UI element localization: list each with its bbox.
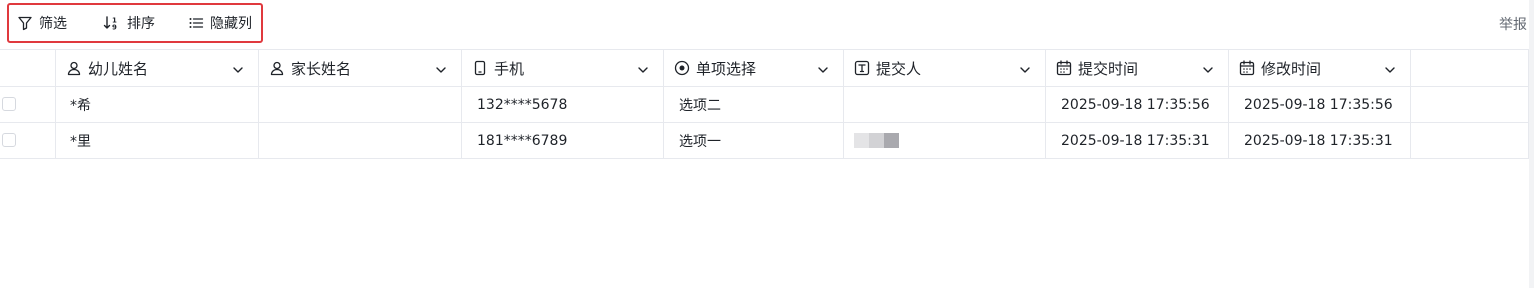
column-header-parent-name[interactable]: 家长姓名 — [259, 50, 462, 86]
column-header-submit-time[interactable]: 提交时间 — [1046, 50, 1229, 86]
phone-icon — [472, 60, 488, 76]
column-header-submitter[interactable]: 提交人 — [844, 50, 1046, 86]
redacted-submitter-avatar — [854, 133, 899, 148]
column-header-phone[interactable]: 手机 — [462, 50, 664, 86]
cell-child-name[interactable]: *里 — [56, 123, 259, 158]
toolbar-highlighted: 筛选 1 9 排序 隐藏列 — [7, 3, 263, 43]
sort-icon: 1 9 — [103, 15, 121, 31]
row-select-cell — [0, 123, 56, 158]
cell-modify-time[interactable]: 2025-09-18 17:35:31 — [1229, 123, 1411, 158]
column-label: 修改时间 — [1261, 59, 1322, 78]
column-label: 提交人 — [876, 59, 922, 78]
chevron-down-icon[interactable] — [637, 62, 649, 80]
hide-columns-label: 隐藏列 — [210, 16, 252, 32]
chevron-down-icon[interactable] — [1202, 62, 1214, 80]
hide-columns-button[interactable]: 隐藏列 — [188, 5, 252, 41]
row-select-cell — [0, 87, 56, 122]
cell-modify-time[interactable]: 2025-09-18 17:35:56 — [1229, 87, 1411, 122]
column-label: 单项选择 — [696, 59, 757, 78]
chevron-down-icon[interactable] — [1019, 62, 1031, 80]
column-header-child-name[interactable]: 幼儿姓名 — [56, 50, 259, 86]
radio-icon — [674, 60, 690, 76]
cell-single-choice[interactable]: 选项一 — [664, 123, 844, 158]
cell-submitter[interactable] — [844, 123, 1046, 158]
cell-phone[interactable]: 132****5678 — [462, 87, 664, 122]
calendar-icon — [1239, 60, 1255, 76]
table-row[interactable]: *里 181****6789 选项一 2025-09-18 17:35:31 2… — [0, 123, 1529, 159]
calendar-icon — [1056, 60, 1072, 76]
person-icon — [66, 60, 82, 76]
chevron-down-icon[interactable] — [1384, 62, 1396, 80]
column-header-modify-time[interactable]: 修改时间 — [1229, 50, 1411, 86]
column-label: 手机 — [494, 59, 525, 78]
cell-parent-name[interactable] — [259, 123, 462, 158]
filter-icon — [17, 15, 33, 31]
svg-text:9: 9 — [112, 24, 117, 32]
vertical-scrollbar[interactable] — [1529, 0, 1534, 288]
header-filler-cell — [1411, 50, 1529, 86]
report-link[interactable]: 举报 — [1499, 14, 1527, 34]
header-select-cell — [0, 50, 56, 86]
cell-child-name[interactable]: *希 — [56, 87, 259, 122]
text-field-icon — [854, 60, 870, 76]
sort-label: 排序 — [127, 16, 155, 32]
list-icon — [188, 15, 204, 31]
chevron-down-icon[interactable] — [817, 62, 829, 80]
row-checkbox[interactable] — [2, 97, 16, 111]
row-filler-cell — [1411, 87, 1529, 122]
sort-button[interactable]: 1 9 排序 — [103, 5, 155, 41]
filter-button[interactable]: 筛选 — [17, 5, 67, 41]
column-label: 提交时间 — [1078, 59, 1139, 78]
chevron-down-icon[interactable] — [435, 62, 447, 80]
row-checkbox[interactable] — [2, 133, 16, 147]
form-data-view: 筛选 1 9 排序 隐藏列 举报 幼儿姓名 家长姓名 手机 单项选择 提交人 提… — [0, 0, 1534, 288]
cell-parent-name[interactable] — [259, 87, 462, 122]
cell-submit-time[interactable]: 2025-09-18 17:35:31 — [1046, 123, 1229, 158]
cell-submit-time[interactable]: 2025-09-18 17:35:56 — [1046, 87, 1229, 122]
chevron-down-icon[interactable] — [232, 62, 244, 80]
filter-label: 筛选 — [39, 16, 67, 32]
cell-phone[interactable]: 181****6789 — [462, 123, 664, 158]
table-row[interactable]: *希 132****5678 选项二 2025-09-18 17:35:56 2… — [0, 87, 1529, 123]
cell-submitter[interactable] — [844, 87, 1046, 122]
column-header-single-choice[interactable]: 单项选择 — [664, 50, 844, 86]
table-header-row: 幼儿姓名 家长姓名 手机 单项选择 提交人 提交时间 修改时间 — [0, 49, 1529, 87]
column-label: 幼儿姓名 — [88, 59, 149, 78]
column-label: 家长姓名 — [291, 59, 352, 78]
cell-single-choice[interactable]: 选项二 — [664, 87, 844, 122]
person-icon — [269, 60, 285, 76]
row-filler-cell — [1411, 123, 1529, 158]
